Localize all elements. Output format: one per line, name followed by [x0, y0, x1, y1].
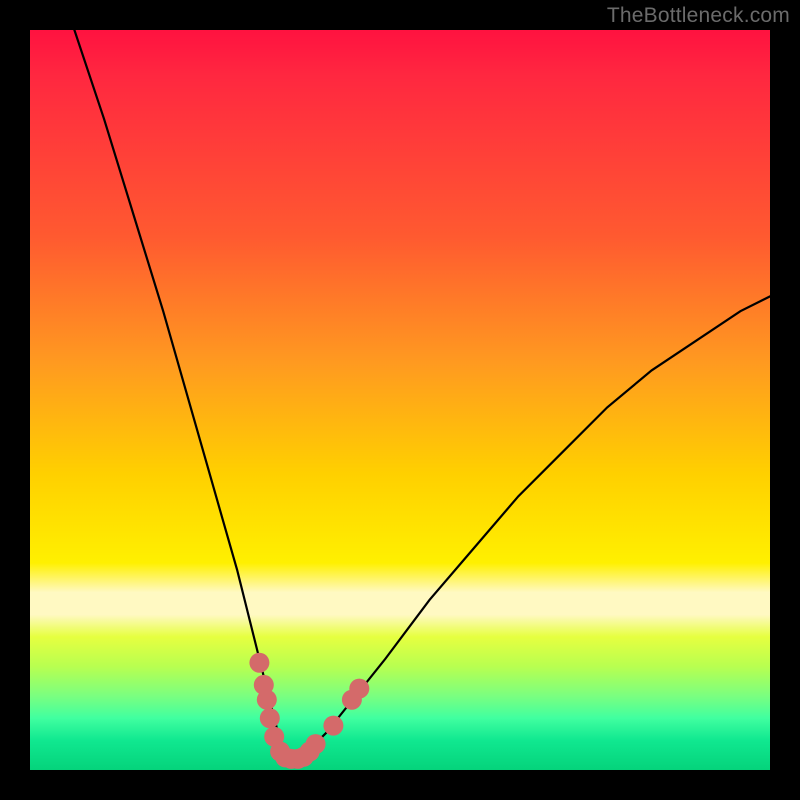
curve-marker: [349, 679, 369, 699]
curve-markers: [249, 653, 369, 769]
curve-marker: [249, 653, 269, 673]
bottleneck-curve: [74, 30, 770, 755]
plot-area: [30, 30, 770, 770]
curve-marker: [323, 716, 343, 736]
chart-svg: [30, 30, 770, 770]
curve-marker: [257, 690, 277, 710]
attribution-label: TheBottleneck.com: [607, 4, 790, 28]
curve-marker: [260, 708, 280, 728]
chart-frame: TheBottleneck.com: [0, 0, 800, 800]
curve-marker: [306, 734, 326, 754]
